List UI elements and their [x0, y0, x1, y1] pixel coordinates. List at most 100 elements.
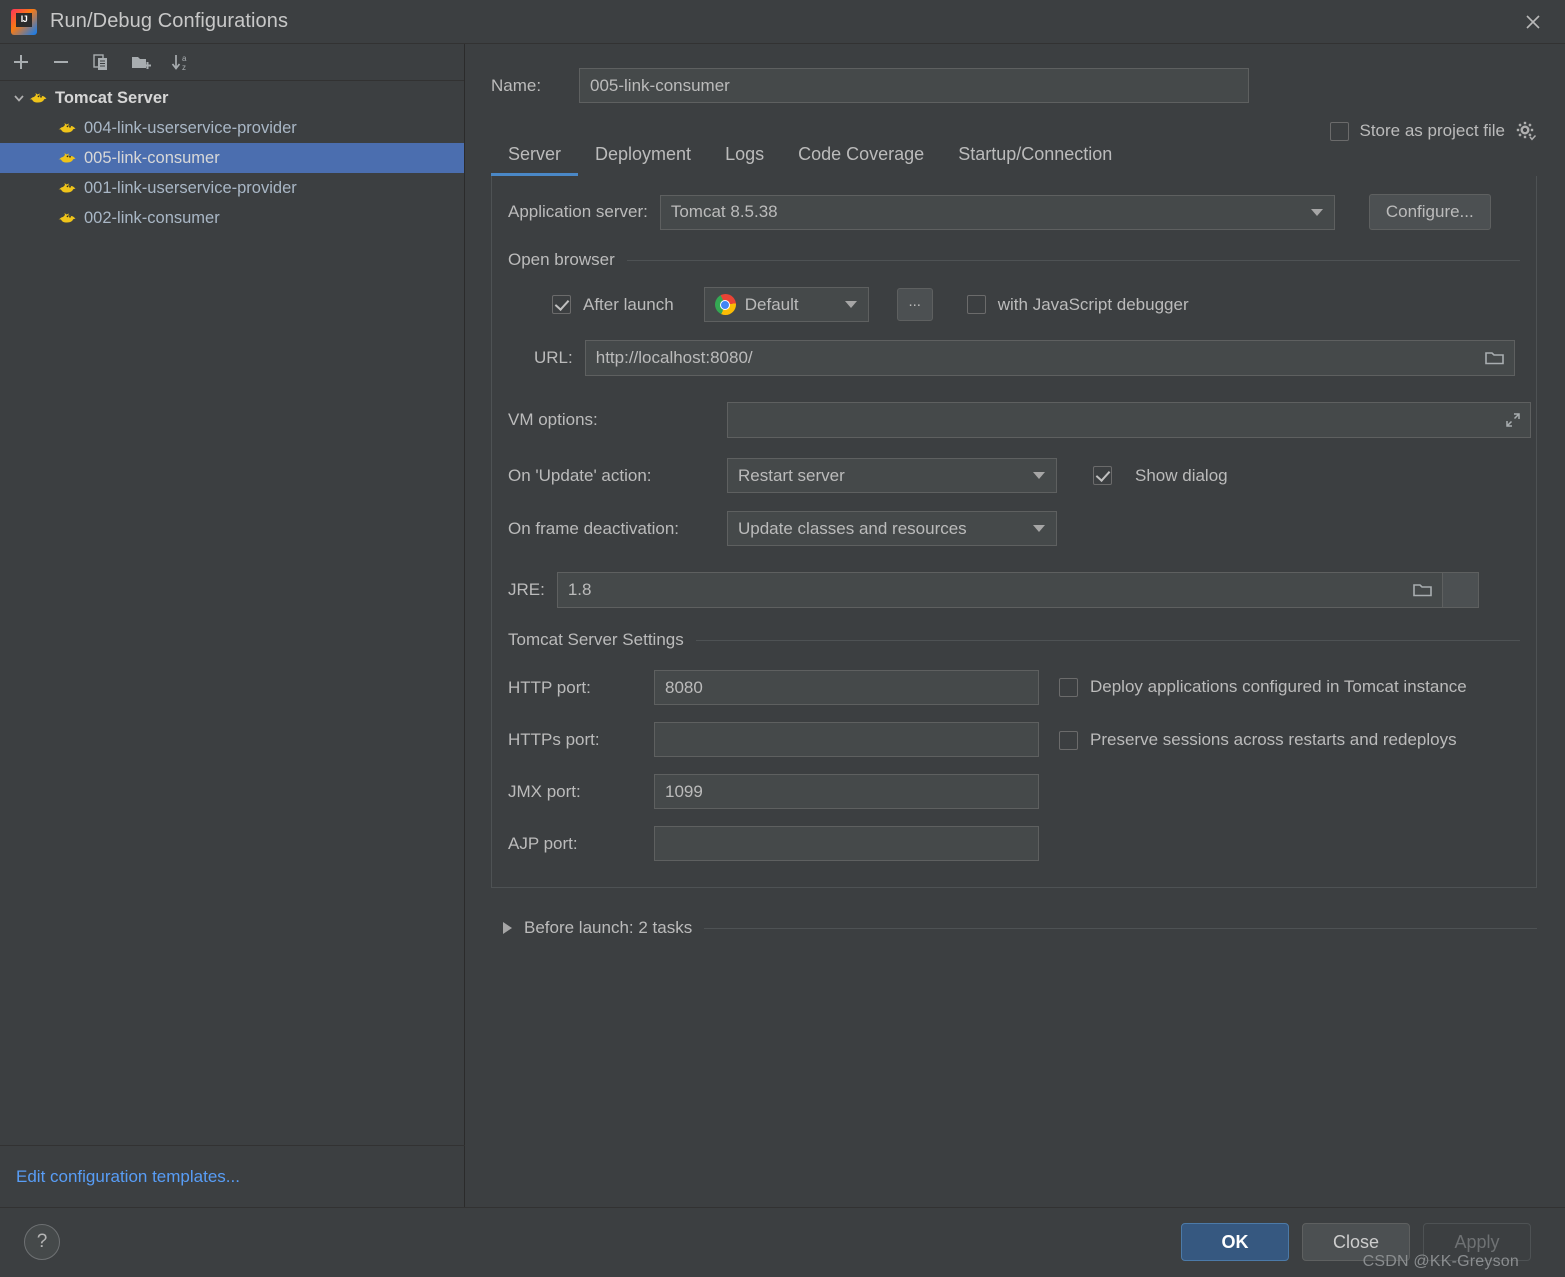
- expand-icon[interactable]: [1504, 411, 1522, 429]
- before-launch-section: Before launch: 2 tasks: [491, 918, 1537, 938]
- new-folder-button[interactable]: [128, 49, 154, 75]
- ajp-port-label: AJP port:: [508, 833, 578, 853]
- dialog-buttons: OK Close Apply: [1181, 1223, 1531, 1261]
- copy-configuration-button[interactable]: [88, 49, 114, 75]
- jmx-port-row: JMX port:: [508, 774, 1039, 809]
- tomcat-icon: [57, 120, 77, 136]
- server-tab-content: Application server: Tomcat 8.5.38 Config…: [491, 176, 1537, 888]
- help-icon[interactable]: ?: [24, 1224, 60, 1260]
- folder-icon[interactable]: [1484, 349, 1506, 367]
- folder-icon[interactable]: [1412, 581, 1442, 599]
- group-divider: [704, 927, 1537, 929]
- dialog-footer: ? OK Close Apply CSDN @KK-Greyson: [0, 1207, 1565, 1277]
- deploy-applications-row: Deploy applications configured in Tomcat…: [1059, 677, 1467, 697]
- tree-group-label: Tomcat Server: [55, 88, 169, 107]
- chevron-down-icon: [1310, 208, 1323, 216]
- svg-text:a: a: [182, 54, 187, 63]
- svg-text:z: z: [182, 63, 186, 72]
- show-dialog-label: Show dialog: [1135, 465, 1228, 485]
- tree-item-label: 005-link-consumer: [84, 148, 220, 167]
- jre-value: 1.8: [567, 580, 592, 599]
- tab-deployment[interactable]: Deployment: [578, 144, 708, 176]
- configurations-toolbar: a z: [0, 44, 464, 81]
- configuration-editor-panel: Name: Store as project file: [466, 44, 1565, 1207]
- window-title: Run/Debug Configurations: [50, 10, 289, 32]
- application-server-label: Application server:: [508, 202, 648, 221]
- tab-code-coverage[interactable]: Code Coverage: [781, 144, 941, 176]
- tab-startup-connection[interactable]: Startup/Connection: [941, 144, 1129, 176]
- name-label: Name:: [491, 75, 542, 95]
- jre-dropdown-button[interactable]: [1441, 573, 1478, 607]
- configurations-tree: Tomcat Server 004-link-userservice-provi…: [0, 81, 464, 233]
- tab-server[interactable]: Server: [491, 144, 579, 176]
- on-update-action-dropdown[interactable]: Restart server: [727, 458, 1057, 493]
- apply-button: Apply: [1423, 1223, 1531, 1261]
- jre-row: JRE: 1.8: [492, 572, 1536, 608]
- name-row: Name:: [466, 44, 1565, 103]
- edit-configuration-templates: Edit configuration templates...: [0, 1145, 465, 1207]
- name-input[interactable]: [579, 68, 1249, 103]
- http-port-input[interactable]: [654, 670, 1039, 705]
- tree-item-3[interactable]: 002-link-consumer: [0, 203, 464, 233]
- editor-tabs: Server Deployment Logs Code Coverage Sta…: [466, 130, 1565, 176]
- sort-configurations-button[interactable]: a z: [168, 49, 194, 75]
- vm-options-row: VM options:: [492, 402, 1536, 438]
- deploy-applications-checkbox[interactable]: [1059, 677, 1078, 697]
- jmx-port-label: JMX port:: [508, 781, 581, 801]
- close-icon[interactable]: [1513, 4, 1553, 40]
- chevron-down-icon: [1033, 525, 1045, 532]
- add-configuration-button[interactable]: [8, 49, 34, 75]
- sort-alphabetically-icon: a z: [171, 54, 187, 72]
- ajp-port-row: AJP port:: [508, 826, 1039, 861]
- application-server-dropdown[interactable]: Tomcat 8.5.38: [659, 194, 1335, 230]
- preserve-sessions-label: Preserve sessions across restarts and re…: [1090, 730, 1457, 749]
- open-browser-group-header: Open browser: [492, 250, 1536, 270]
- group-divider: [626, 259, 1520, 261]
- tomcat-icon: [28, 90, 48, 106]
- js-debugger-checkbox[interactable]: [966, 295, 986, 314]
- title-bar: Run/Debug Configurations: [0, 0, 1565, 44]
- tree-group-tomcat-server[interactable]: Tomcat Server: [0, 83, 464, 113]
- tree-item-1[interactable]: 005-link-consumer: [0, 143, 464, 173]
- ajp-port-input[interactable]: [654, 826, 1039, 861]
- chevron-down-icon: [844, 301, 857, 308]
- open-browser-group-label: Open browser: [508, 250, 615, 269]
- tree-item-label: 002-link-consumer: [84, 208, 220, 227]
- group-divider: [695, 639, 1520, 641]
- tree-item-2[interactable]: 001-link-userservice-provider: [0, 173, 464, 203]
- tab-logs[interactable]: Logs: [708, 144, 781, 176]
- on-update-action-row: On 'Update' action: Restart server Show …: [492, 458, 1536, 493]
- remove-configuration-button[interactable]: [48, 49, 74, 75]
- browser-value: Default: [744, 294, 799, 314]
- deploy-applications-label: Deploy applications configured in Tomcat…: [1090, 677, 1467, 696]
- before-launch-label[interactable]: Before launch: 2 tasks: [524, 918, 692, 938]
- chevron-down-icon[interactable]: [10, 89, 28, 107]
- url-value: http://localhost:8080/: [595, 348, 753, 367]
- configure-button[interactable]: Configure...: [1368, 194, 1491, 230]
- jre-field[interactable]: 1.8: [556, 572, 1479, 608]
- application-server-value: Tomcat 8.5.38: [670, 202, 778, 221]
- url-label: URL:: [534, 348, 573, 367]
- tomcat-settings-body: HTTP port: HTTPs port: JMX port: AJP por…: [492, 670, 1536, 861]
- configurations-panel: a z Tomcat Server 004-link-userservice-p…: [0, 44, 465, 1207]
- on-frame-deactivation-dropdown[interactable]: Update classes and resources: [727, 511, 1057, 546]
- minus-icon: [54, 61, 68, 63]
- chevron-right-icon[interactable]: [503, 922, 512, 934]
- browse-browsers-button[interactable]: ...: [896, 288, 933, 321]
- on-update-action-label: On 'Update' action:: [508, 465, 652, 485]
- ok-button[interactable]: OK: [1181, 1223, 1289, 1261]
- url-field[interactable]: http://localhost:8080/: [584, 340, 1515, 376]
- jmx-port-input[interactable]: [654, 774, 1039, 809]
- tree-item-0[interactable]: 004-link-userservice-provider: [0, 113, 464, 143]
- close-button[interactable]: Close: [1302, 1223, 1410, 1261]
- copy-icon: [93, 54, 107, 70]
- after-launch-row: After launch Default ... with JavaScript…: [492, 287, 1536, 322]
- on-frame-deactivation-value: Update classes and resources: [738, 518, 967, 538]
- https-port-input[interactable]: [654, 722, 1039, 757]
- edit-configuration-templates-link[interactable]: Edit configuration templates...: [16, 1167, 240, 1187]
- after-launch-checkbox[interactable]: [552, 295, 571, 314]
- browser-dropdown[interactable]: Default: [703, 287, 869, 322]
- preserve-sessions-checkbox[interactable]: [1059, 730, 1078, 750]
- show-dialog-checkbox[interactable]: [1093, 466, 1112, 485]
- vm-options-field[interactable]: [727, 402, 1531, 438]
